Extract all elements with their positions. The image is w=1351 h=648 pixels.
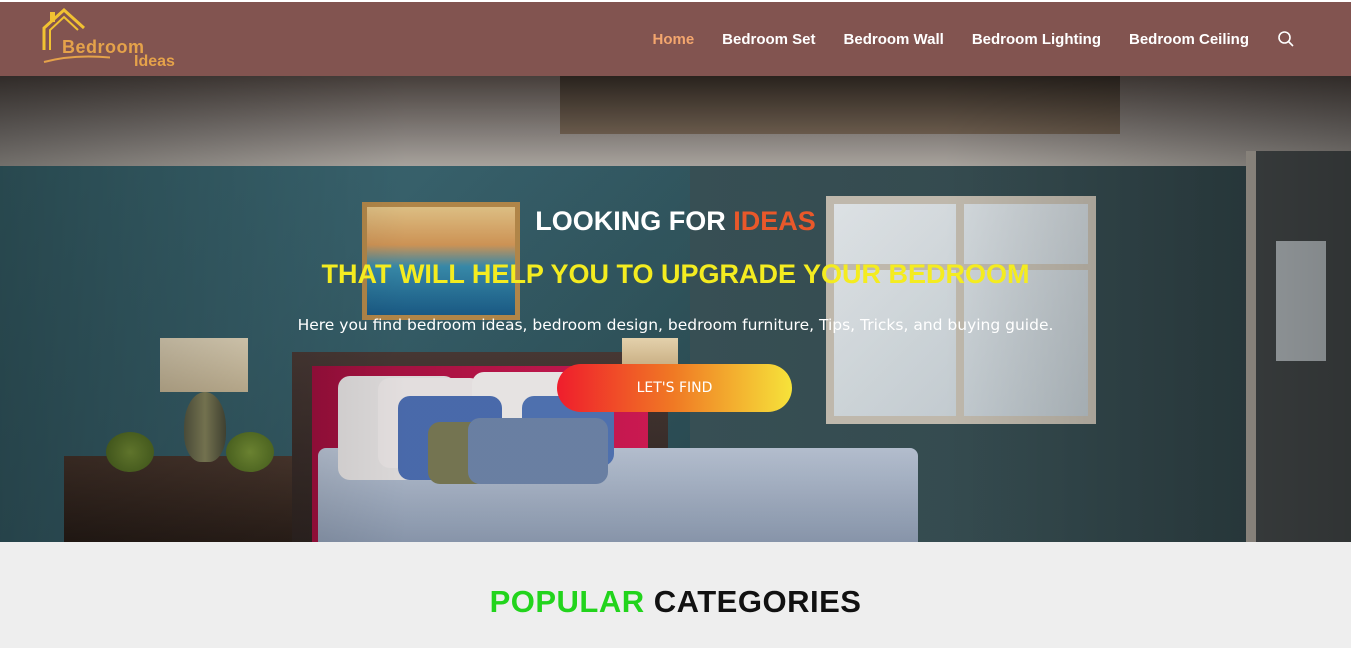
hero-heading: LOOKING FOR IDEAS	[535, 206, 816, 236]
popular-categories-section: POPULAR CATEGORIES	[0, 542, 1351, 648]
search-icon[interactable]	[1277, 30, 1295, 48]
popular-categories-title: POPULAR CATEGORIES	[489, 584, 862, 619]
nav-item-bedroom-wall[interactable]: Bedroom Wall	[844, 31, 944, 48]
nav-item-bedroom-set[interactable]: Bedroom Set	[722, 31, 815, 48]
logo-text-ideas: Ideas	[134, 53, 175, 70]
hero-section: LOOKING FOR IDEAS THAT WILL HELP YOU TO …	[0, 76, 1351, 542]
site-header: Bedroom Ideas Home Bedroom Set Bedroom W…	[0, 0, 1351, 76]
popular-accent: POPULAR	[489, 584, 645, 619]
hero-heading-accent: IDEAS	[733, 206, 816, 236]
main-nav: Home Bedroom Set Bedroom Wall Bedroom Li…	[624, 2, 1295, 76]
nav-item-bedroom-ceiling[interactable]: Bedroom Ceiling	[1129, 31, 1249, 48]
hero-description: Here you find bedroom ideas, bedroom des…	[297, 316, 1054, 334]
logo-text-bedroom: Bedroom	[62, 37, 145, 57]
nav-item-home[interactable]: Home	[652, 31, 694, 48]
hero-subheading: THAT WILL HELP YOU TO UPGRADE YOUR BEDRO…	[321, 259, 1030, 289]
site-logo[interactable]: Bedroom Ideas	[40, 6, 200, 72]
nav-item-bedroom-lighting[interactable]: Bedroom Lighting	[972, 31, 1101, 48]
lets-find-button[interactable]: LET'S FIND	[557, 364, 792, 412]
